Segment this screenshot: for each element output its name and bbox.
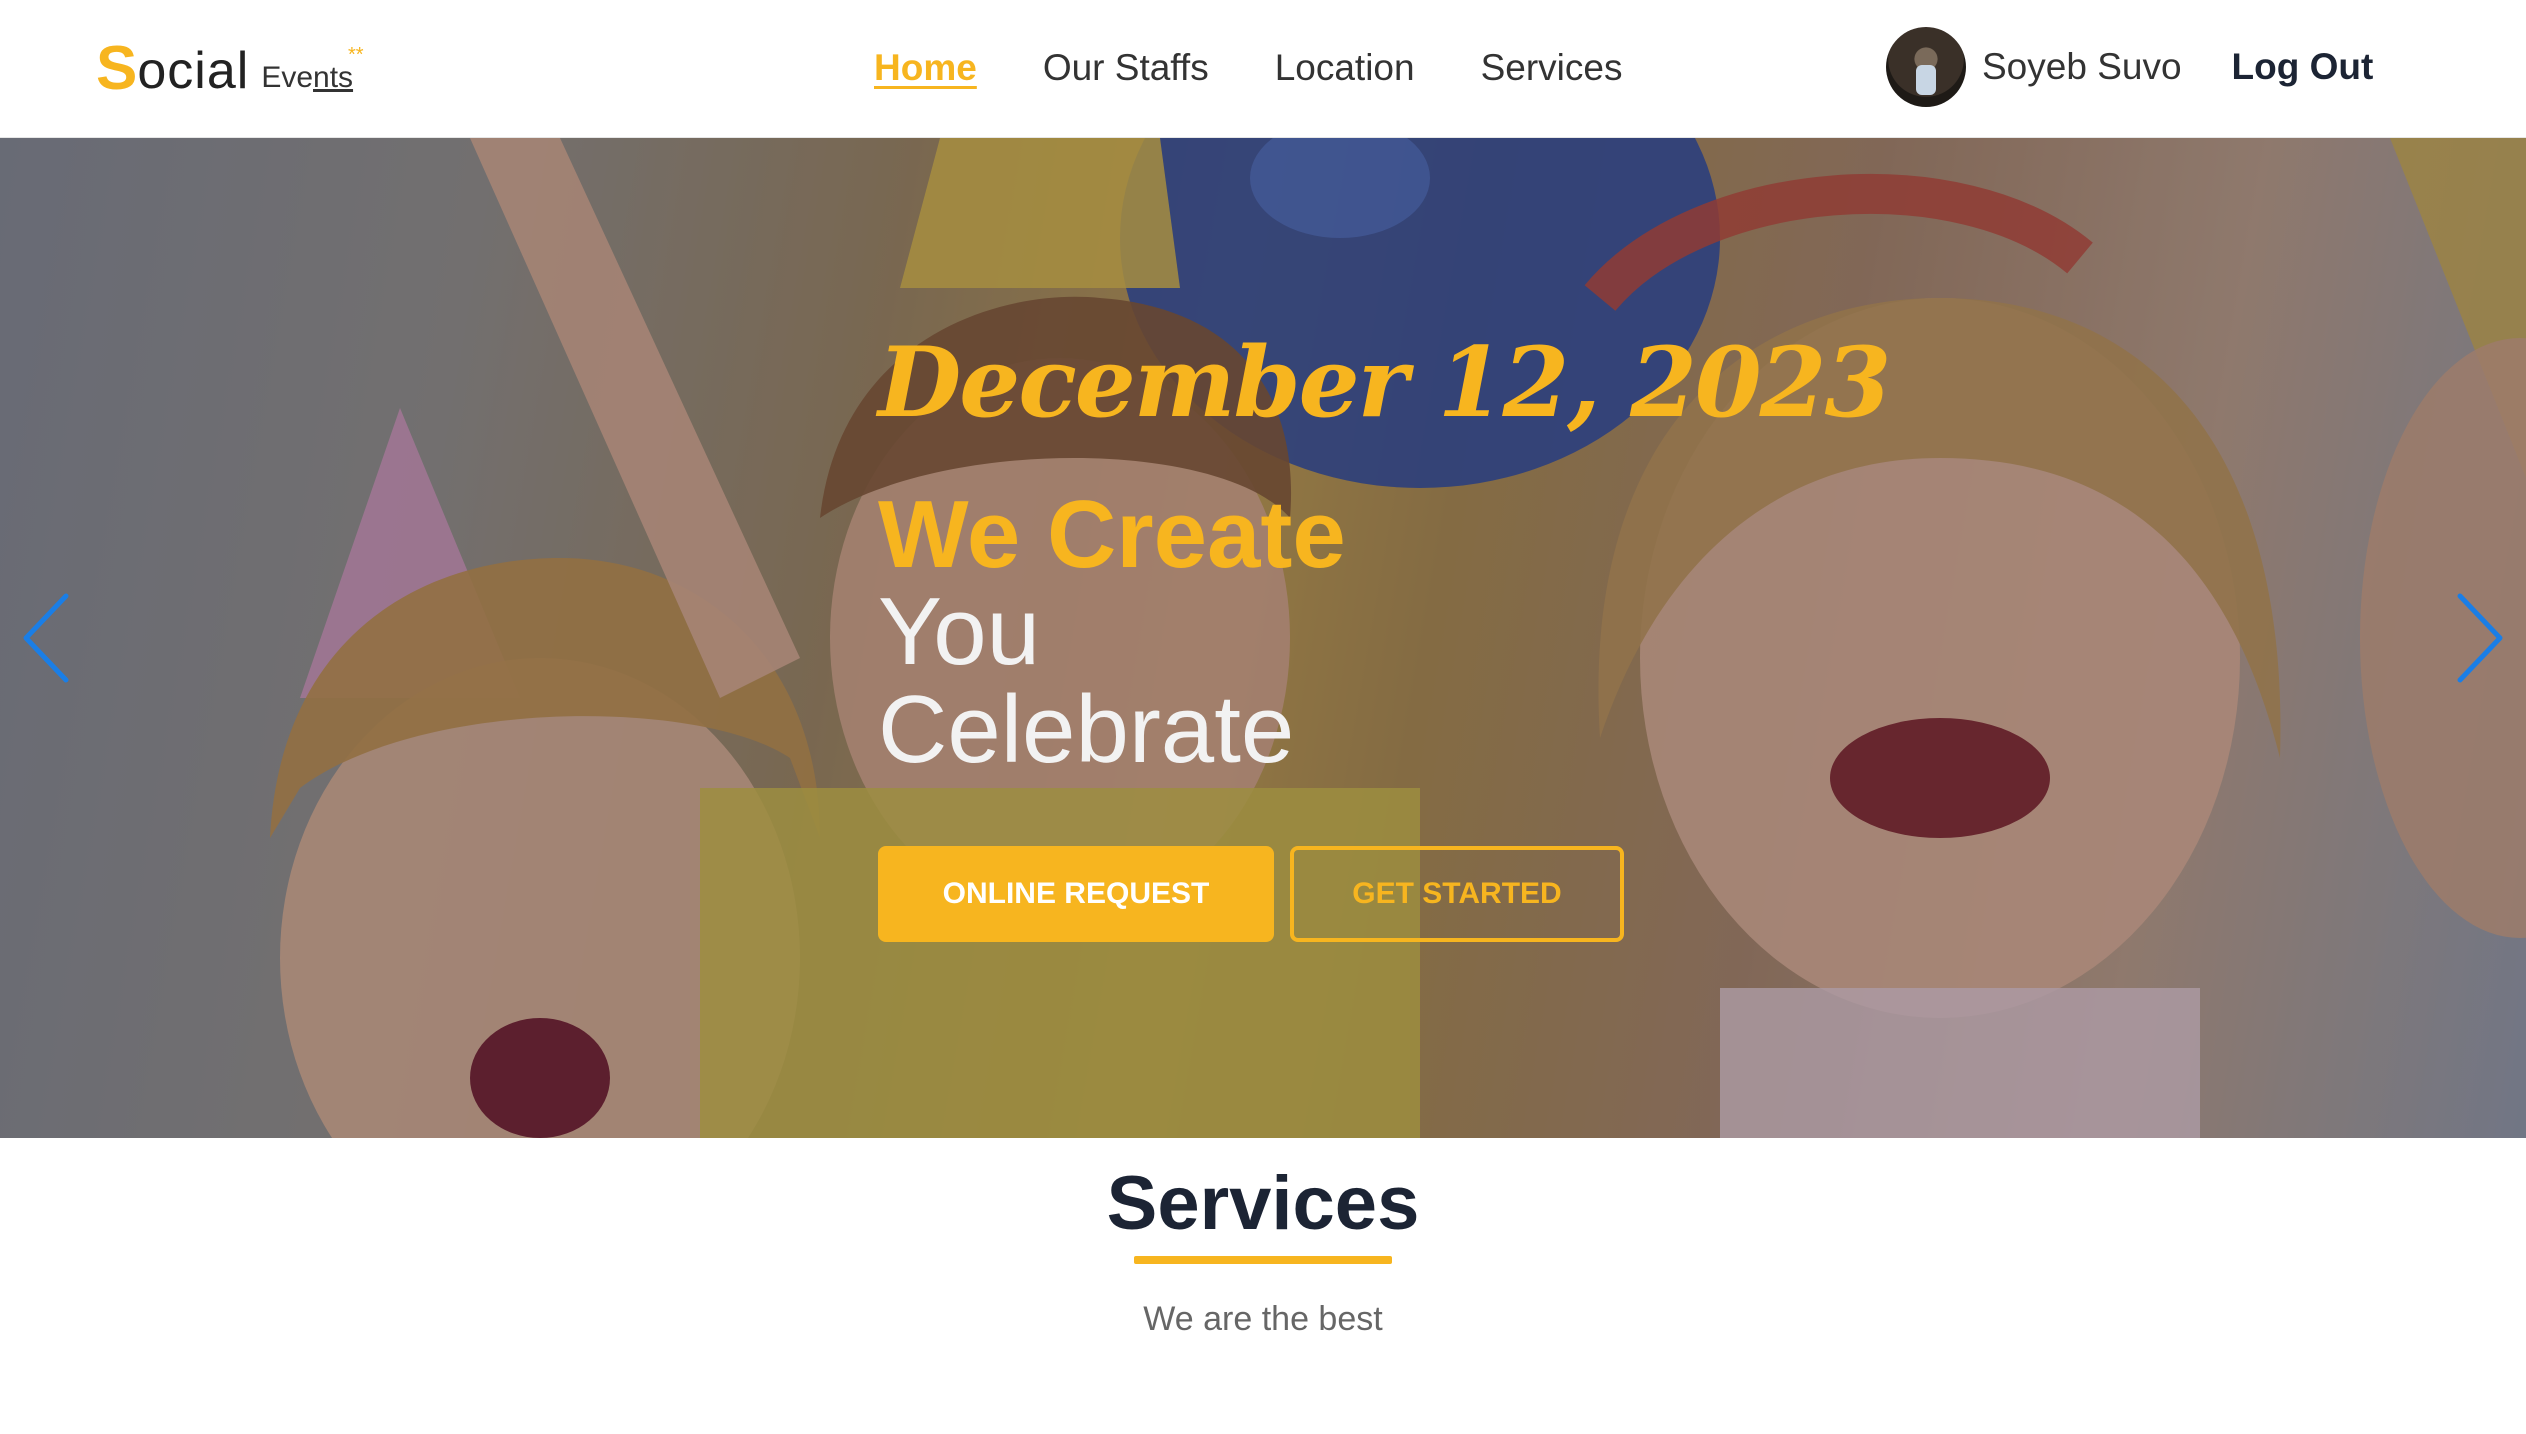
services-subtitle: We are the best — [1143, 1300, 1383, 1338]
logo-stars: ** — [348, 44, 364, 66]
online-request-button[interactable]: ONLINE REQUEST — [878, 846, 1274, 942]
nav-link-services[interactable]: Services — [1481, 47, 1623, 89]
get-started-button[interactable]: GET STARTED — [1290, 846, 1624, 942]
hero-headline-celebrate: Celebrate — [878, 676, 1295, 783]
main-nav: Home Our Staffs Location Services — [874, 40, 1622, 96]
carousel-prev-button[interactable] — [18, 590, 78, 686]
hero-headline-you: You — [878, 578, 1040, 685]
hero-date: December 12, 2023 — [878, 326, 1891, 439]
nav-link-our-staffs[interactable]: Our Staffs — [1043, 47, 1209, 89]
logo-events-prefix: Eve — [261, 61, 314, 94]
services-title: Services — [1106, 1161, 1420, 1246]
chevron-left-icon — [23, 593, 69, 683]
logo-events: Events — [261, 56, 353, 100]
user-area: Soyeb Suvo Log Out — [1886, 26, 2373, 108]
carousel-next-button[interactable] — [2448, 590, 2508, 686]
user-avatar[interactable] — [1886, 27, 1966, 107]
nav-link-location[interactable]: Location — [1275, 47, 1415, 89]
user-name: Soyeb Suvo — [1982, 46, 2182, 87]
logo-word: ocial — [137, 42, 250, 100]
hero-carousel: December 12, 2023 We Create You Celebrat… — [0, 138, 2526, 1138]
hero-overlay — [0, 138, 2526, 1138]
logo-first-letter: S — [96, 34, 138, 103]
logout-button[interactable]: Log Out — [2232, 46, 2374, 88]
navbar: S ocial Events ** Home Our Staffs Locati… — [0, 0, 2526, 138]
site-logo[interactable]: S ocial Events ** — [96, 30, 364, 103]
hero-headline-we-create: We Create — [878, 481, 1346, 588]
nav-link-home[interactable]: Home — [874, 47, 977, 89]
services-title-underline — [1134, 1256, 1392, 1264]
chevron-right-icon — [2457, 593, 2503, 683]
